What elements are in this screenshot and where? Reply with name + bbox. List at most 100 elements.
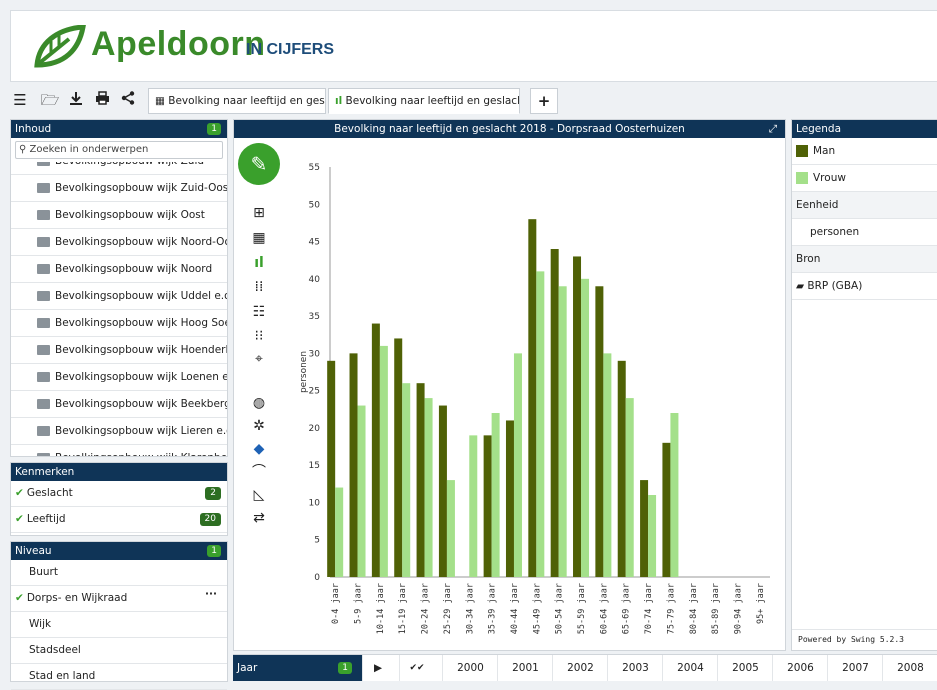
- legend-swatch: [796, 145, 808, 157]
- map-pin-icon[interactable]: ⌖: [248, 350, 270, 368]
- list-item[interactable]: Bevolkingsopbouw wijk Hoenderloo e: [11, 337, 227, 364]
- bar-man: [550, 249, 559, 577]
- year-2002[interactable]: 2002: [552, 655, 608, 681]
- list-item[interactable]: Bevolkingsopbouw wijk Zuid-Oost: [11, 175, 227, 202]
- niveau-item-wijk[interactable]: Wijk: [11, 612, 227, 638]
- more-options-icon[interactable]: ···: [205, 582, 217, 607]
- expand-icon[interactable]: ⤢: [769, 120, 777, 138]
- kenmerk-count-badge: 20: [199, 513, 221, 526]
- y-axis-label: personen: [299, 351, 309, 393]
- legend-item-vrouw[interactable]: Vrouw: [792, 165, 937, 192]
- year-2003[interactable]: 2003: [607, 655, 663, 681]
- list-item[interactable]: Bevolkingsopbouw wijk Lieren e.o.: [11, 418, 227, 445]
- table-icon: [37, 210, 50, 220]
- search-input[interactable]: ⚲ Zoeken in onderwerpen: [15, 141, 223, 159]
- niveau-item-stad-en-land[interactable]: Stad en land: [11, 664, 227, 690]
- y-tick-label: 40: [309, 275, 321, 285]
- year-2008[interactable]: 2008: [882, 655, 937, 681]
- year-2007[interactable]: 2007: [827, 655, 883, 681]
- table-icon: [37, 345, 50, 355]
- list-item-label: Bevolkingsopbouw wijk Zuid: [55, 162, 204, 167]
- list-item-label: Bevolkingsopbouw wijk Lieren e.o.: [55, 425, 227, 437]
- bar-man: [394, 338, 403, 577]
- x-tick-label: 55-59 jaar: [577, 583, 587, 634]
- jaar-header: Jaar 1: [233, 655, 362, 681]
- folder-open-icon[interactable]: 🗁: [40, 90, 60, 110]
- bar-chart-view-icon[interactable]: ıl: [248, 254, 270, 272]
- grouped-bar-icon[interactable]: ⁝⁝: [248, 327, 270, 345]
- x-tick-label: 85-89 jaar: [711, 583, 721, 634]
- year-2001[interactable]: 2001: [497, 655, 553, 681]
- list-item[interactable]: Bevolkingsopbouw wijk Noord: [11, 256, 227, 283]
- niveau-item-buurt[interactable]: Buurt: [11, 560, 227, 586]
- print-icon[interactable]: [92, 90, 112, 110]
- bar-vrouw: [603, 353, 612, 577]
- table-view-icon[interactable]: ⊞: [248, 204, 270, 222]
- stacked-bar-icon[interactable]: ⁞⁞: [248, 278, 270, 296]
- bar-chart: 0 5 10 15 20 25 30 35 40 45 50 55 personen 0-4 jaar 5-…: [299, 163, 770, 634]
- list-item-label: Bevolkingsopbouw wijk Oost: [55, 209, 205, 221]
- x-tick-label: 35-39 jaar: [488, 583, 498, 634]
- list-item[interactable]: Bevolkingsopbouw wijk Noord-Oost: [11, 229, 227, 256]
- jaar-title: Jaar: [237, 662, 258, 674]
- ruler-icon[interactable]: ◺: [248, 486, 270, 504]
- x-tick-label: 50-54 jaar: [555, 583, 565, 634]
- select-all-icon[interactable]: ✔✔: [399, 655, 434, 681]
- table-icon: [37, 264, 50, 274]
- menu-icon[interactable]: ☰: [10, 90, 30, 110]
- x-tick-label: 20-24 jaar: [421, 583, 431, 634]
- share-icon[interactable]: [118, 90, 138, 110]
- palette-icon[interactable]: ◍: [248, 394, 270, 412]
- add-tab-button[interactable]: +: [530, 88, 558, 114]
- bron-item[interactable]: ▰ BRP (GBA): [792, 273, 937, 300]
- x-tick-label: 0-4 jaar: [331, 583, 341, 624]
- table-icon: [37, 399, 50, 409]
- kenmerken-panel: Kenmerken ✔ Geslacht 2 ✔ Leeftijd 20: [10, 462, 228, 536]
- download-icon[interactable]: [66, 90, 86, 110]
- bar-man: [371, 323, 380, 577]
- list-item[interactable]: Bevolkingsopbouw wijk Uddel e.o.: [11, 283, 227, 310]
- niveau-item-stadsdeel[interactable]: Stadsdeel: [11, 638, 227, 664]
- list-item-label: Bevolkingsopbouw wijk Beekbergen e: [55, 398, 227, 410]
- list-item[interactable]: Bevolkingsopbouw wijk Klarenbeek e: [11, 445, 227, 456]
- inhoud-header: Inhoud 1: [11, 120, 227, 138]
- table-icon: [37, 183, 50, 193]
- inhoud-count-badge: 1: [207, 123, 221, 135]
- list-item[interactable]: Bevolkingsopbouw wijk Beekbergen e: [11, 391, 227, 418]
- jaar-count-badge: 1: [338, 662, 352, 674]
- list-item[interactable]: Bevolkingsopbouw wijk Oost: [11, 202, 227, 229]
- bar-man: [595, 286, 604, 577]
- kenmerk-geslacht[interactable]: ✔ Geslacht 2: [11, 481, 227, 507]
- year-2004[interactable]: 2004: [662, 655, 718, 681]
- edit-pencil-icon[interactable]: ✎: [238, 143, 280, 185]
- book-icon: ▰: [796, 280, 808, 292]
- horizontal-bar-icon[interactable]: ☷: [248, 303, 270, 321]
- table-icon: ▦: [155, 95, 165, 107]
- inhoud-list[interactable]: Bevolkingsopbouw wijk Zuid Bevolkingsopbo…: [11, 162, 227, 456]
- list-item[interactable]: Bevolkingsopbouw wijk Loenen e.o.: [11, 364, 227, 391]
- list-item-label: Bevolkingsopbouw wijk Uddel e.o.: [55, 290, 227, 302]
- curve-icon[interactable]: ⌒: [248, 463, 270, 481]
- crosstable-view-icon[interactable]: ▦: [248, 229, 270, 247]
- year-2006[interactable]: 2006: [772, 655, 828, 681]
- niveau-count-badge: 1: [207, 545, 221, 557]
- y-tick-label: 5: [314, 536, 320, 546]
- x-tick-label: 15-19 jaar: [398, 583, 408, 634]
- bar-vrouw: [424, 398, 433, 577]
- list-item[interactable]: Bevolkingsopbouw wijk Hoog Soeren: [11, 310, 227, 337]
- list-item-label: Bevolkingsopbouw wijk Loenen e.o.: [55, 371, 227, 383]
- niveau-item-dorps-en-wijkraad[interactable]: ✔ Dorps- en Wijkraad ···: [11, 586, 227, 612]
- tab-table[interactable]: ▦ Bevolking naar leeftijd en geslacht✕: [148, 88, 326, 114]
- tag-icon[interactable]: ◆: [248, 440, 270, 458]
- settings-icon[interactable]: ✲: [248, 417, 270, 435]
- year-2000[interactable]: 2000: [442, 655, 498, 681]
- list-item[interactable]: Bevolkingsopbouw wijk Zuid: [11, 162, 227, 175]
- tab-chart[interactable]: ıl Bevolking naar leeftijd en geslacht✕: [328, 88, 520, 114]
- year-2005[interactable]: 2005: [717, 655, 773, 681]
- toolbar: ☰ 🗁 ▦ Bevolking naar leeftijd en geslach…: [10, 88, 937, 114]
- bar-vrouw: [469, 435, 478, 577]
- play-button[interactable]: ▶: [362, 655, 393, 681]
- swap-icon[interactable]: ⇄: [248, 509, 270, 527]
- kenmerk-leeftijd[interactable]: ✔ Leeftijd 20: [11, 507, 227, 533]
- legend-item-man[interactable]: Man: [792, 138, 937, 165]
